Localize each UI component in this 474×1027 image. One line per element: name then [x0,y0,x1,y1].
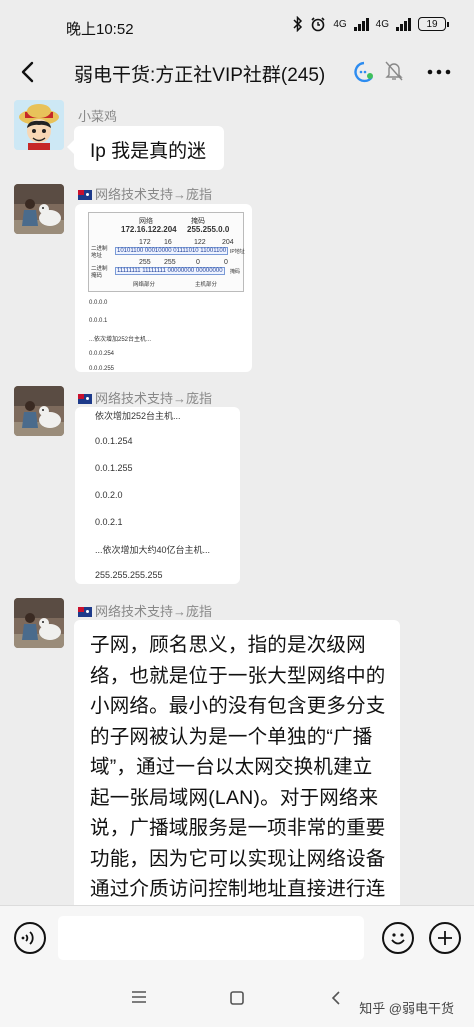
network-label-1: 4G [333,18,347,30]
side-label: IP地址 [230,249,245,255]
input-bar [0,905,474,970]
avatar-support[interactable] [14,386,64,436]
watermark: 知乎 @弱电干货 [359,1001,454,1016]
message-text: Ip 我是真的迷 [90,141,207,162]
net-part-label: 网络部分 [133,282,156,288]
sender-name: 网络技术支持→庞指 [78,601,212,620]
battery-level: 19 [426,19,438,30]
mask-dotted: 255.255.0.0 [187,225,230,234]
network-label-2: 4G [375,18,389,30]
side-label: 掩码 [230,269,241,275]
octet-label: 255 [139,259,151,266]
ip-line: 0.0.2.1 [95,517,123,527]
image-message[interactable]: 依次增加252台主机... 0.0.1.254 0.0.1.255 0.0.2.… [75,407,240,584]
signal-icon-2 [396,17,411,31]
sender-name: 网络技术支持→庞指 [78,184,212,203]
voice-icon[interactable] [14,922,46,954]
ip-line: 0.0.0.255 [89,366,115,372]
ip-line: 0.0.1.255 [95,463,133,473]
message-input[interactable] [58,916,364,960]
flag-icon [78,190,92,200]
menu-icon[interactable] [130,989,148,1005]
chevron-left-icon[interactable] [14,57,44,87]
status-bar: 晚上10:52 4G 4G 19 [0,0,474,52]
ip-line: 依次增加252台主机... [95,411,181,421]
octet-label: 122 [194,239,206,246]
octet-label: 0 [224,259,228,266]
back-nav-icon[interactable] [328,989,344,1007]
signal-icon [353,17,369,31]
plus-icon[interactable] [429,922,461,954]
ip-line: ...依次增加252台主机... [89,337,152,343]
ip-line: 0.0.2.0 [95,490,123,500]
octet-label: 172 [139,239,151,246]
flag-icon [78,607,92,617]
battery-icon: 19 [418,17,449,31]
bell-off-icon [385,61,403,81]
binary-mask: 11111111 11111111 00000000 00000000 [115,267,225,275]
system-nav-bar: 知乎 @弱电干货 [0,969,474,1027]
avatar-support[interactable] [14,184,64,234]
avatar-xiaocaiji[interactable] [14,100,64,150]
ip-dotted: 172.16.122.204 [121,225,177,234]
status-time: 晚上10:52 [66,21,134,38]
octet-label: 204 [222,239,234,246]
ip-line: ...依次增加大约40亿台主机... [95,545,211,555]
sender-name: 网络技术支持→庞指 [78,388,212,407]
title-badges [352,60,404,84]
host-part-label: 主机部分 [195,282,218,288]
text-message[interactable]: 子网，顾名思义，指的是次级网络，也就是位于一张大型网络中的小网络。最小的没有包含… [74,620,400,920]
ip-line: 255.255.255.255 [95,570,163,580]
alarm-icon [311,17,325,32]
binary-ip: 10101100 00010000 01111010 11001100 [115,247,229,255]
ip-line: 0.0.0.254 [89,351,115,357]
bluetooth-icon [293,16,303,32]
row-label: 二进制 掩码 [91,266,108,279]
home-icon[interactable] [228,989,246,1007]
group-chat-icon [354,61,373,83]
emoji-icon[interactable] [382,922,414,954]
row-label: 二进制 地址 [91,246,108,259]
sender-name: 小菜鸡 [78,109,118,124]
octet-label: 255 [164,259,176,266]
ip-diagram: 网络 掩码 172.16.122.204 255.255.0.0 172 16 … [88,212,245,292]
octet-label: 16 [164,239,172,246]
status-icons: 4G 4G 19 [293,16,449,32]
flag-icon [78,394,92,404]
message-text: 子网，顾名思义，指的是次级网络，也就是位于一张大型网络中的小网络。最小的没有包含… [90,634,386,920]
image-message[interactable]: 网络 掩码 172.16.122.204 255.255.0.0 172 16 … [75,204,252,372]
avatar-support[interactable] [14,598,64,648]
ip-line: 0.0.0.1 [89,318,108,324]
ip-line: 0.0.0.0 [89,300,108,306]
more-dots-icon[interactable] [426,60,452,84]
ip-line: 0.0.1.254 [95,436,133,446]
chat-header: 弱电干货:方正社VIP社群(245) [0,52,474,94]
text-message[interactable]: Ip 我是真的迷 [67,126,224,170]
chat-title[interactable]: 弱电干货:方正社VIP社群(245) [74,60,325,87]
octet-label: 0 [196,259,200,266]
